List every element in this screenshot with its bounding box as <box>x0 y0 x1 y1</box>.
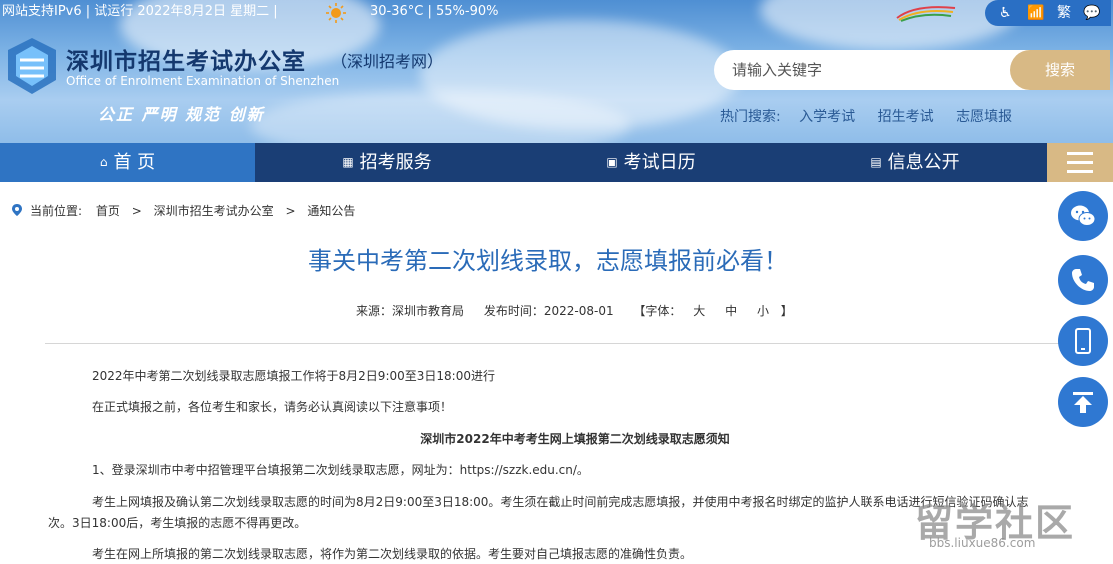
calendar-icon: ▣ <box>606 155 618 169</box>
hot-search-link[interactable]: 招生考试 <box>878 109 934 125</box>
nav-item-label: 首 页 <box>113 152 156 173</box>
site-header: 网站支持IPv6 | 试运行 2022年8月2日 星期二 | 30-36°C |… <box>0 0 1113 143</box>
phone-button[interactable] <box>1058 255 1108 305</box>
article-paragraph: 1、登录深圳市中考中招管理平台填报第二次划线录取志愿，网址为：https://s… <box>92 463 589 477</box>
hot-search-link[interactable]: 志愿填报 <box>956 109 1012 125</box>
grid-icon: ▦ <box>342 155 354 169</box>
article-title: 事关中考第二次划线录取，志愿填报前必看！ <box>308 247 788 275</box>
site-subtitle: （深圳招考网） <box>331 52 444 71</box>
home-icon: ⌂ <box>99 155 108 169</box>
article-meta: 来源：深圳市教育局 发布时间：2022-08-01 【字体： 大 中 小 】 <box>356 302 809 319</box>
chat-icon[interactable]: 💬 <box>1083 0 1100 26</box>
nav-item-calendar[interactable]: ▣ 考试日历 <box>519 143 783 182</box>
breadcrumb-home[interactable]: 首页 <box>96 204 120 218</box>
nav-item-services[interactable]: ▦ 招考服务 <box>255 143 519 182</box>
font-size-label: 【字体： <box>633 304 682 318</box>
back-to-top-button[interactable] <box>1058 377 1108 427</box>
hot-search-link[interactable]: 入学考试 <box>799 109 855 125</box>
article-paragraph: 考生上网填报及确认第二次划线录取志愿的时间为8月2日9:00至3日18:00。考… <box>92 495 1029 509</box>
phone-icon <box>1072 269 1094 291</box>
search-button[interactable]: 搜索 <box>1010 50 1110 90</box>
site-title-english: Office of Enrolment Examination of Shenz… <box>66 74 340 88</box>
mobile-button[interactable] <box>1058 316 1108 366</box>
mobile-icon <box>1075 328 1091 354</box>
weather-sun-icon <box>326 3 346 23</box>
site-logo-icon[interactable] <box>6 36 58 96</box>
breadcrumb-separator: > <box>285 204 296 218</box>
wechat-icon <box>1071 205 1096 226</box>
main-nav: ⌂ 首 页 ▦ 招考服务 ▣ 考试日历 ▤ 信息公开 <box>0 143 1113 182</box>
watermark: 留学社区 bbs.liuxue86.com <box>915 492 1105 552</box>
article-paragraph: 考生在网上所填报的第二次划线录取志愿，将作为第二次划线录取的依据。考生要对自己填… <box>92 547 693 561</box>
site-title[interactable]: 深圳市招生考试办公室 <box>66 42 306 76</box>
search-box: 搜索 <box>714 50 1110 90</box>
info-icon: ▤ <box>870 155 882 169</box>
breadcrumb-office[interactable]: 深圳市招生考试办公室 <box>154 204 274 218</box>
weather-text: 30-36°C | 55%-90% <box>370 4 499 19</box>
article-paragraph: 2022年中考第二次划线录取志愿填报工作将于8月2日9:00至3日18:00进行 <box>92 369 495 383</box>
nav-item-disclosure[interactable]: ▤ 信息公开 <box>783 143 1047 182</box>
nav-item-label: 信息公开 <box>887 152 960 173</box>
article-source: 来源：深圳市教育局 <box>356 304 465 318</box>
hot-search: 热门搜索: 入学考试 招生考试 志愿填报 <box>720 106 1030 126</box>
nav-item-label: 考试日历 <box>623 152 696 173</box>
wechat-button[interactable] <box>1058 191 1108 241</box>
breadcrumb-label: 当前位置: <box>30 204 83 218</box>
article-paragraph: 在正式填报之前，各位考生和家长，请务必认真阅读以下注意事项！ <box>92 400 453 414</box>
article-paragraph: 次。3日18:00后，考生填报的志愿不得再更改。 <box>48 516 307 530</box>
watermark-url: bbs.liuxue86.com <box>929 536 1036 550</box>
site-slogan: 公正 严明 规范 创新 <box>98 105 265 124</box>
article-date: 发布时间：2022-08-01 <box>483 304 614 318</box>
font-size-small-button[interactable]: 小 <box>757 304 769 318</box>
back-to-top-icon <box>1073 392 1093 413</box>
site-info-text: 网站支持IPv6 | 试运行 2022年8月2日 星期二 | <box>2 4 278 19</box>
nav-item-home[interactable]: ⌂ 首 页 <box>0 143 255 182</box>
article-divider <box>45 343 1065 344</box>
font-size-medium-button[interactable]: 中 <box>725 304 737 318</box>
font-size-end: 】 <box>780 304 793 318</box>
location-pin-icon <box>12 204 22 216</box>
accessibility-toolbar: ♿ 📶 繁 💬 <box>985 0 1111 26</box>
breadcrumb: 当前位置: 首页 > 深圳市招生考试办公室 > 通知公告 <box>12 202 355 219</box>
breadcrumb-separator: > <box>131 204 142 218</box>
search-input[interactable] <box>714 50 1010 90</box>
traditional-chinese-button[interactable]: 繁 <box>1057 0 1071 26</box>
nav-item-label: 招考服务 <box>359 152 432 173</box>
hot-search-label: 热门搜索: <box>720 109 781 125</box>
article-subheading: 深圳市2022年中考考生网上填报第二次划线录取志愿须知 <box>420 432 730 446</box>
accessibility-icon[interactable]: ♿ <box>999 0 1012 26</box>
hamburger-icon[interactable] <box>1047 143 1113 182</box>
breadcrumb-notices[interactable]: 通知公告 <box>307 204 355 218</box>
font-size-large-button[interactable]: 大 <box>693 304 705 318</box>
chart-icon[interactable]: 📶 <box>1027 0 1044 26</box>
partner-logo-icon[interactable] <box>895 2 957 22</box>
